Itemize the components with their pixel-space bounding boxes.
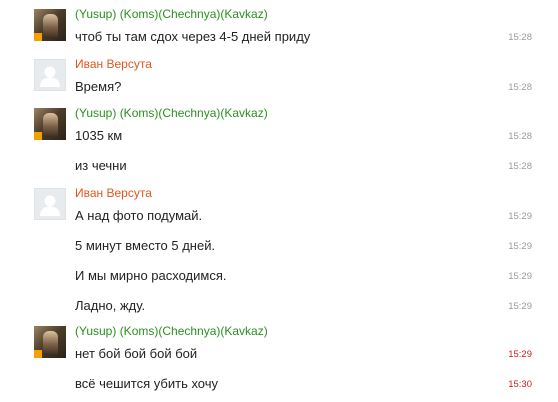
sender-name[interactable]: (Yusup) (Koms)(Chechnya)(Kavkaz) bbox=[75, 7, 268, 21]
message-text: Время? bbox=[75, 79, 122, 94]
message-timestamp: 15:29 bbox=[508, 271, 532, 282]
user-avatar[interactable] bbox=[34, 9, 66, 41]
default-avatar-icon[interactable] bbox=[34, 59, 66, 91]
message-text: 1035 км bbox=[75, 128, 123, 143]
sender-name[interactable]: Иван Версута bbox=[75, 186, 152, 200]
message-text: из чечни bbox=[75, 158, 127, 173]
message-timestamp: 15:30 bbox=[508, 379, 532, 390]
message-text: нет бой бой бой бой bbox=[75, 346, 198, 361]
avatar-photo bbox=[43, 113, 58, 137]
sender-name[interactable]: (Yusup) (Koms)(Chechnya)(Kavkaz) bbox=[75, 106, 268, 120]
message-timestamp: 15:29 bbox=[508, 241, 532, 252]
avatar-photo bbox=[43, 14, 58, 38]
online-status-icon bbox=[34, 33, 42, 41]
user-avatar[interactable] bbox=[34, 326, 66, 358]
online-status-icon bbox=[34, 350, 42, 358]
message-text: И мы мирно расходимся. bbox=[75, 268, 227, 283]
message-timestamp: 15:28 bbox=[508, 161, 532, 172]
message-text: А над фото подумай. bbox=[75, 208, 203, 223]
avatar-photo bbox=[43, 331, 58, 355]
message-text: 5 минут вместо 5 дней. bbox=[75, 238, 216, 253]
message-timestamp: 15:29 bbox=[508, 301, 532, 312]
message-text: чтоб ты там сдох через 4-5 дней приду bbox=[75, 29, 311, 44]
message-text: Ладно, жду. bbox=[75, 298, 146, 313]
message-text: всё чешится убить хочу bbox=[75, 376, 219, 391]
sender-name[interactable]: Иван Версута bbox=[75, 57, 152, 71]
message-timestamp: 15:28 bbox=[508, 82, 532, 93]
online-status-icon bbox=[34, 132, 42, 140]
message-timestamp: 15:29 bbox=[508, 349, 532, 360]
message-timestamp: 15:29 bbox=[508, 211, 532, 222]
user-avatar[interactable] bbox=[34, 108, 66, 140]
message-timestamp: 15:28 bbox=[508, 131, 532, 142]
sender-name[interactable]: (Yusup) (Koms)(Chechnya)(Kavkaz) bbox=[75, 324, 268, 338]
message-timestamp: 15:28 bbox=[508, 32, 532, 43]
default-avatar-icon[interactable] bbox=[34, 188, 66, 220]
